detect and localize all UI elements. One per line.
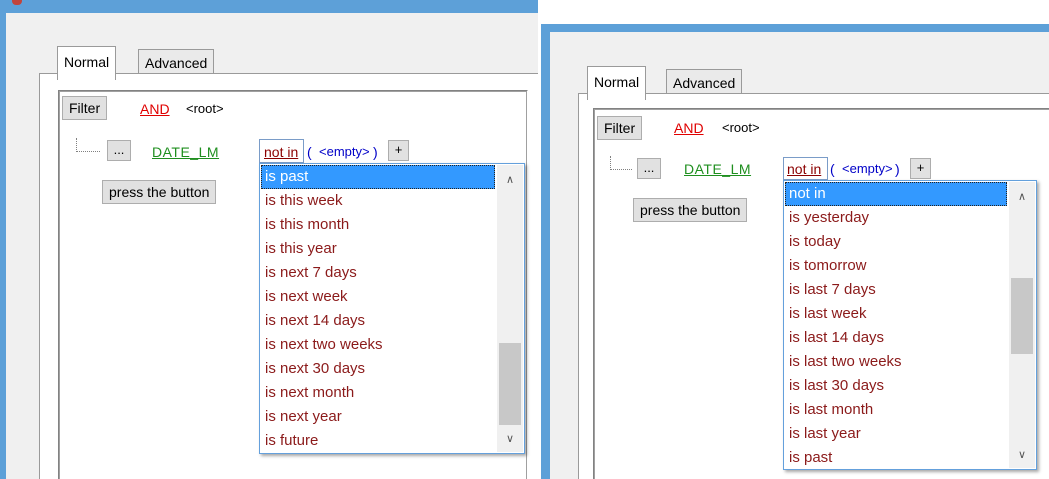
field-name[interactable]: DATE_LM [152,143,219,161]
value-open: ( [830,161,835,177]
list-item[interactable]: is next year [261,405,495,429]
list-item[interactable]: is next week [261,285,495,309]
list-item[interactable]: is last year [785,422,1007,446]
list-item[interactable]: is today [785,230,1007,254]
list-item[interactable]: is past [261,165,495,189]
dropdown-list: is past is this week is this month is th… [261,165,495,453]
chevron-up-icon[interactable]: ∧ [1009,186,1035,208]
list-item[interactable]: is next 7 days [261,261,495,285]
list-item[interactable]: is last month [785,398,1007,422]
list-item[interactable]: is last week [785,302,1007,326]
list-item[interactable]: is yesterday [785,206,1007,230]
dropdown-list: not in is yesterday is today is tomorrow… [785,182,1007,470]
title-bar [6,0,538,13]
add-button[interactable]: + [910,158,931,179]
tab-advanced[interactable]: Advanced [666,69,743,93]
list-item[interactable]: is last 7 days [785,278,1007,302]
chevron-down-icon[interactable]: ∨ [1009,444,1035,466]
field-name[interactable]: DATE_LM [684,160,751,178]
operator-and[interactable]: AND [140,100,170,118]
ellipsis-button[interactable]: ... [107,140,131,161]
list-item[interactable]: is this year [261,237,495,261]
dropdown-scrollbar[interactable]: ∧ ∨ [1009,182,1035,468]
scroll-thumb[interactable] [1011,278,1033,354]
tab-advanced[interactable]: Advanced [138,49,215,73]
condition-dropdown[interactable]: is past is this week is this month is th… [259,163,525,454]
add-button[interactable]: + [388,140,409,161]
root-label: <root> [186,101,224,116]
ellipsis-button[interactable]: ... [637,158,661,179]
list-item[interactable]: is last two weeks [785,350,1007,374]
list-item[interactable]: is past [785,446,1007,470]
value-close: ) [373,144,378,160]
list-item[interactable]: is last 30 days [785,374,1007,398]
list-item[interactable]: is tomorrow [785,254,1007,278]
list-item[interactable]: is future [261,429,495,453]
value-empty[interactable]: <empty> [319,143,370,161]
tree-connector [610,156,632,170]
operator-and[interactable]: AND [674,119,704,137]
condition-not-in[interactable]: not in [264,143,298,161]
press-the-button[interactable]: press the button [102,180,217,204]
condition-not-in[interactable]: not in [787,160,821,178]
right-window: Normal Advanced Filter AND <root> ... DA… [541,24,1049,479]
value-empty[interactable]: <empty> [842,160,893,178]
tab-normal[interactable]: Normal [587,66,647,100]
tab-normal[interactable]: Normal [57,46,117,80]
tree-connector [76,138,100,152]
condition-dropdown[interactable]: not in is yesterday is today is tomorrow… [783,180,1037,470]
dropdown-scrollbar[interactable]: ∧ ∨ [497,165,523,452]
list-item[interactable]: is next 14 days [261,309,495,333]
filter-button[interactable]: Filter [597,116,643,140]
left-window: Normal Advanced Filter AND <root> ... DA… [0,0,538,479]
list-item[interactable]: is this month [261,213,495,237]
chevron-up-icon[interactable]: ∧ [497,169,523,191]
press-the-button[interactable]: press the button [633,198,748,222]
scroll-thumb[interactable] [499,343,521,425]
list-item[interactable]: is next 30 days [261,357,495,381]
list-item[interactable]: is next two weeks [261,333,495,357]
value-close: ) [895,161,900,177]
value-open: ( [307,144,312,160]
list-item[interactable]: not in [785,182,1007,206]
list-item[interactable]: is this week [261,189,495,213]
list-item[interactable]: is next month [261,381,495,405]
filter-button[interactable]: Filter [62,96,108,120]
root-label: <root> [722,120,760,135]
list-item[interactable]: is last 14 days [785,326,1007,350]
chevron-down-icon[interactable]: ∨ [497,428,523,450]
